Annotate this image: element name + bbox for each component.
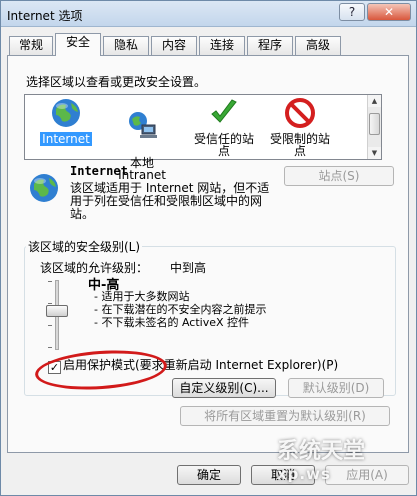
- level-bullet: - 在下载潜在的不安全内容之前提示: [94, 303, 267, 316]
- zone-caption: 选择区域以查看或更改安全设置。: [26, 75, 207, 89]
- security-level-legend: 该区域的安全级别(L): [26, 238, 143, 255]
- zone-list-scrollbar[interactable]: ▲ ▼: [367, 95, 381, 159]
- security-tab-panel: 选择区域以查看或更改安全设置。 Internet 本地 Intranet 受信任…: [7, 55, 409, 453]
- zone-internet-label: Internet: [40, 132, 92, 146]
- zone-restricted-sites-label: 受限制的站 点: [269, 132, 330, 158]
- zone-list: Internet 本地 Intranet 受信任的站 点 受限制的站 点 ▲ ▼: [24, 94, 382, 181]
- default-level-button[interactable]: 默认级别(D): [288, 378, 384, 398]
- window-title: Internet 选项: [7, 9, 83, 23]
- tab-security[interactable]: 安全: [55, 33, 101, 56]
- tab-programs[interactable]: 程序: [247, 36, 293, 55]
- allowed-levels-value: 中到高: [170, 261, 207, 275]
- watermark-line-1: 系统天堂: [277, 439, 366, 464]
- tab-advanced[interactable]: 高级: [295, 36, 341, 55]
- help-button[interactable]: ?: [339, 3, 365, 21]
- zone-restricted-sites[interactable]: 受限制的站 点: [265, 97, 335, 158]
- globe-icon: [52, 99, 80, 127]
- sites-button[interactable]: 站点(S): [284, 166, 394, 186]
- security-level-description: - 适用于大多数网站 - 在下载潜在的不安全内容之前提示 - 不下载未签名的 A…: [94, 290, 266, 329]
- internet-options-window: Internet 选项 ? ✕ 常规 安全 隐私 内容 连接 程序 高级 选择区…: [0, 0, 417, 496]
- scroll-thumb[interactable]: [369, 113, 380, 135]
- level-bullet: - 适用于大多数网站: [94, 290, 190, 303]
- tab-privacy[interactable]: 隐私: [103, 36, 149, 55]
- scroll-up-icon[interactable]: ▲: [368, 95, 381, 107]
- zone-globe-icon: [30, 174, 58, 202]
- custom-level-button[interactable]: 自定义级别(C)...: [172, 378, 276, 398]
- watermark-line-2: xp.ws: [277, 465, 331, 483]
- scroll-down-icon[interactable]: ▼: [368, 147, 381, 159]
- prohibited-icon: [285, 98, 315, 128]
- checkmark-icon: [211, 99, 237, 123]
- zone-trusted-sites-label: 受信任的站 点: [193, 132, 254, 158]
- close-button[interactable]: ✕: [367, 3, 411, 21]
- site-watermark: 系统天堂 xp.ws: [277, 441, 417, 496]
- tab-general[interactable]: 常规: [9, 36, 53, 55]
- zone-info-description: 该区域适用于 Internet 网站，但不适用于列在受信任和受限制区域中的网站。: [70, 181, 270, 221]
- level-bullet: - 不下载未签名的 ActiveX 控件: [94, 316, 250, 329]
- title-bar[interactable]: Internet 选项 ? ✕: [1, 1, 416, 27]
- tab-connections[interactable]: 连接: [199, 36, 245, 55]
- tab-content[interactable]: 内容: [151, 36, 197, 55]
- reset-all-zones-button[interactable]: 将所有区域重置为默认级别(R): [180, 406, 390, 426]
- ok-button[interactable]: 确定: [177, 465, 241, 485]
- security-level-slider-thumb[interactable]: [46, 305, 68, 317]
- zone-trusted-sites[interactable]: 受信任的站 点: [189, 97, 259, 158]
- zone-internet[interactable]: Internet: [31, 97, 101, 146]
- zone-info-title: Internet: [70, 164, 128, 178]
- network-icon: [129, 112, 157, 138]
